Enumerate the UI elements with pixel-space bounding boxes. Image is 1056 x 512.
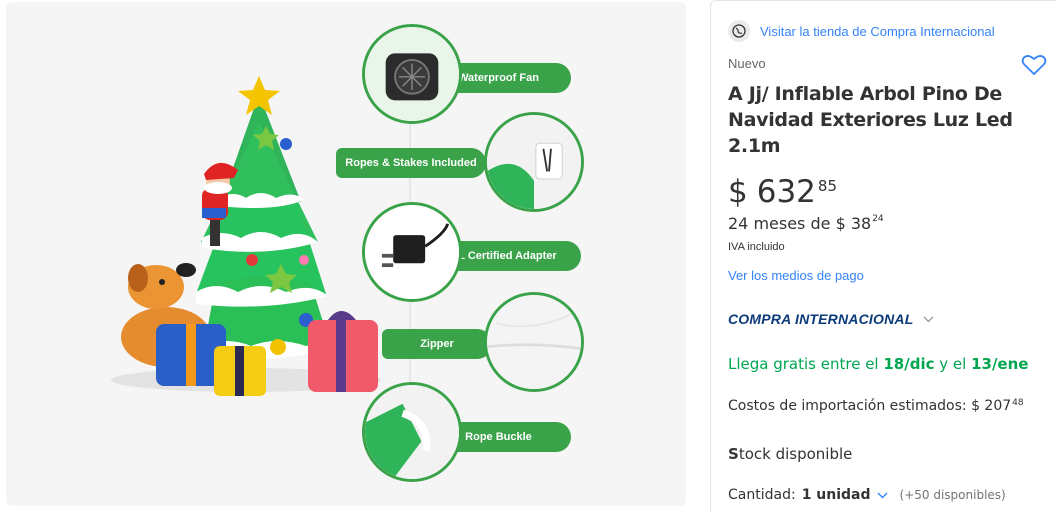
shipping-info: Llega gratis entre el 18/dic y el 13/ene	[728, 355, 1028, 373]
price-cents: 85	[817, 177, 837, 195]
feature-label-zipper: Zipper	[382, 329, 492, 359]
fan-icon	[362, 24, 462, 124]
international-label[interactable]: COMPRA INTERNACIONAL	[728, 311, 913, 327]
stock-first-letter: S	[728, 445, 739, 463]
product-info-panel: Visitar la tienda de Compra Internaciona…	[710, 0, 1056, 512]
adapter-icon	[362, 202, 462, 302]
globe-icon	[728, 20, 750, 42]
shipping-mid: y el	[934, 355, 972, 373]
installments-text: 24 meses de $ 38 24	[728, 214, 884, 233]
payment-methods-link[interactable]: Ver los medios de pago	[728, 268, 864, 283]
buckle-icon	[362, 382, 462, 482]
price-currency: $	[728, 174, 748, 210]
product-main-image	[111, 72, 411, 452]
chevron-down-icon[interactable]	[877, 487, 888, 503]
product-condition: Nuevo	[728, 56, 766, 71]
rope-icon	[484, 112, 584, 212]
quantity-label: Cantidad:	[728, 487, 796, 503]
product-image-gallery[interactable]: Waterproof Fan Ropes & Stakes Included U…	[6, 2, 686, 506]
quantity-selector[interactable]: Cantidad: 1 unidad (+50 disponibles)	[728, 487, 1006, 503]
product-price: $ 632 85	[728, 173, 837, 211]
store-link[interactable]: Visitar la tienda de Compra Internaciona…	[728, 20, 995, 42]
feature-label-ropes: Ropes & Stakes Included	[336, 148, 486, 178]
shipping-to: 13/ene	[971, 355, 1029, 373]
installments-cents: 24	[872, 214, 884, 224]
store-link-text[interactable]: Visitar la tienda de Compra Internaciona…	[760, 24, 995, 39]
import-cost: Costos de importación estimados: $ 207 4…	[728, 398, 1024, 414]
international-purchase-toggle[interactable]: COMPRA INTERNACIONAL	[728, 310, 934, 328]
shipping-from: 18/dic	[883, 355, 935, 373]
zipper-icon	[484, 292, 584, 392]
chevron-down-icon[interactable]	[923, 310, 934, 328]
installments-main: 24 meses de $ 38	[728, 214, 872, 233]
import-cost-text: Costos de importación estimados: $ 207	[728, 398, 1012, 414]
feature-text: UL Certified Adapter	[450, 250, 557, 262]
shipping-prefix: Llega gratis entre el	[728, 355, 884, 373]
feature-text: Ropes & Stakes Included	[345, 157, 477, 169]
stock-status: Stock disponible	[728, 445, 852, 463]
product-title: A Jj/ Inflable Arbol Pino De Navidad Ext…	[728, 83, 1013, 157]
quantity-available: (+50 disponibles)	[899, 488, 1006, 502]
tax-note: IVA incluido	[728, 241, 785, 253]
price-amount: 632	[756, 174, 816, 210]
stock-rest: tock disponible	[738, 445, 853, 463]
quantity-value[interactable]: 1 unidad	[802, 487, 871, 503]
feature-text: Zipper	[420, 338, 454, 350]
favorite-heart-icon[interactable]	[1021, 53, 1047, 77]
feature-text: Waterproof Fan	[458, 72, 539, 84]
import-cost-cents: 48	[1012, 398, 1024, 408]
feature-text: Rope Buckle	[465, 431, 532, 443]
